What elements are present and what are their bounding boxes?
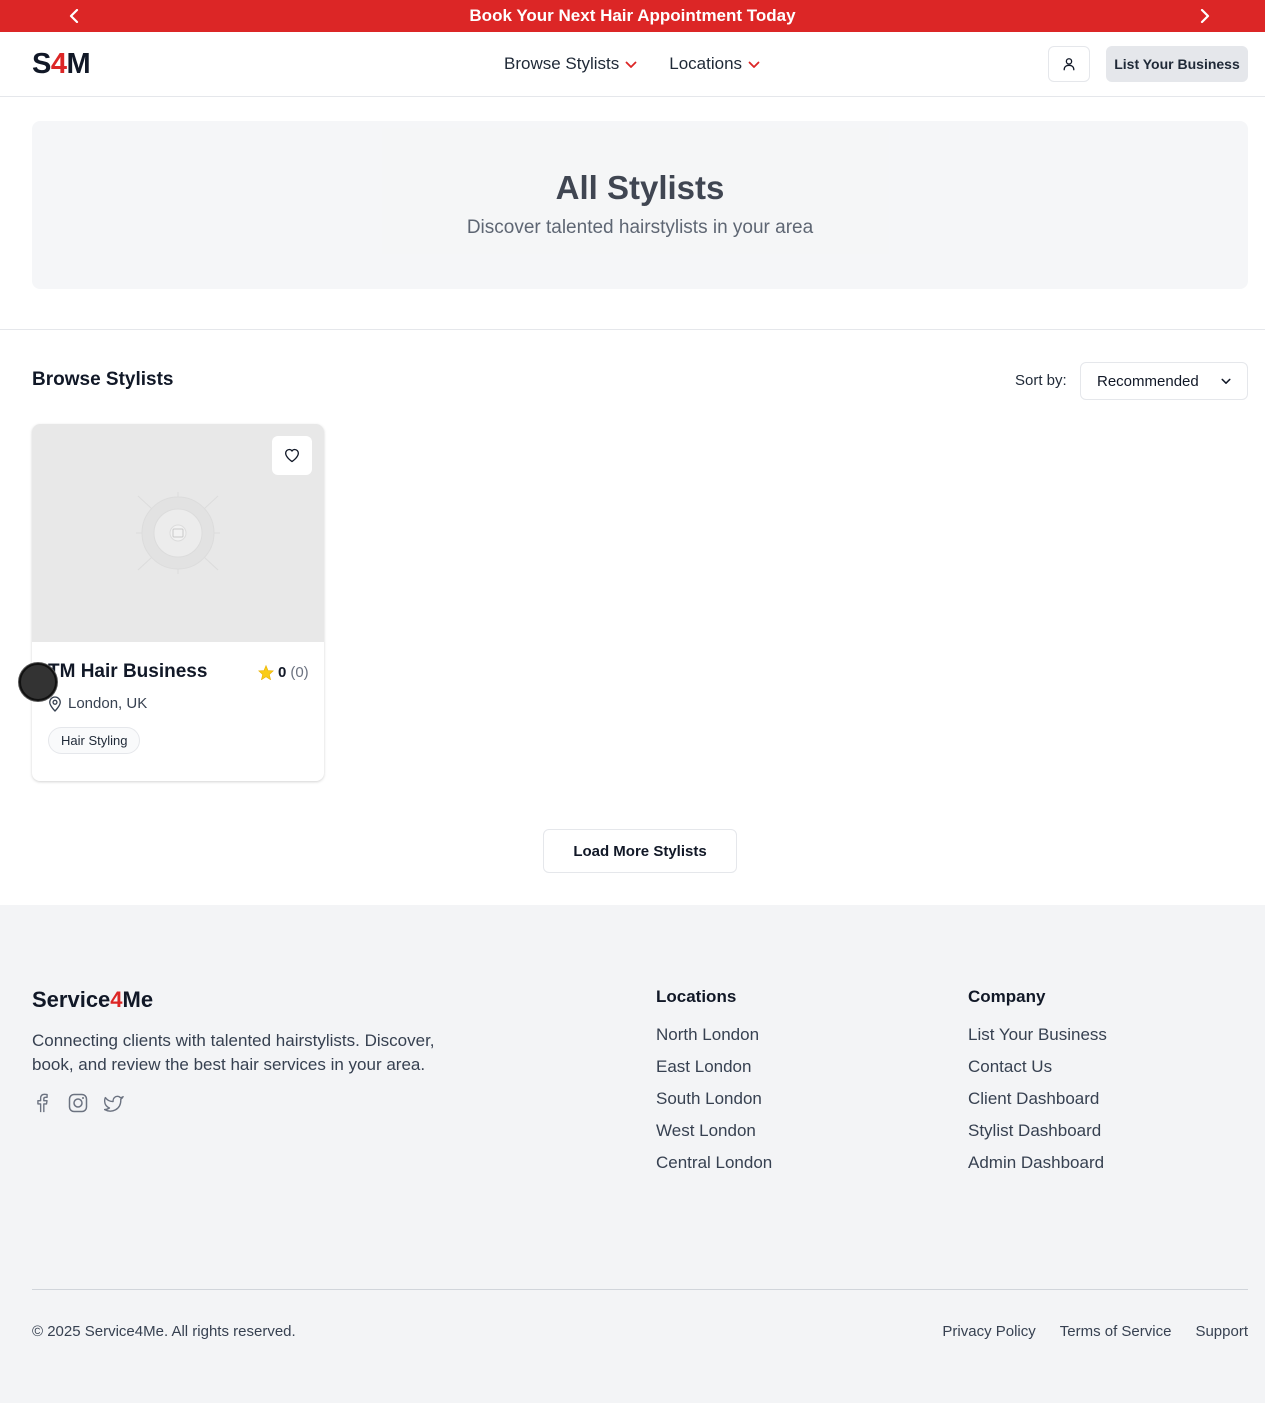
footer-brand-accent: 4: [110, 987, 123, 1012]
logo-prefix: S: [32, 48, 51, 80]
footer-company-heading: Company: [968, 987, 1046, 1006]
sort-select[interactable]: Recommended: [1080, 362, 1248, 400]
footer-link-west-london[interactable]: West London: [656, 1119, 772, 1143]
page-subtitle: Discover talented hairstylists in your a…: [466, 217, 814, 238]
terms-of-service-link[interactable]: Terms of Service: [1060, 1323, 1172, 1340]
nav-locations[interactable]: Locations: [669, 52, 760, 76]
chevron-right-icon[interactable]: [1195, 7, 1213, 25]
service-tag: Hair Styling: [48, 727, 141, 754]
user-icon: [1063, 58, 1075, 71]
footer-link-north-london[interactable]: North London: [656, 1023, 772, 1047]
social-links: [32, 1092, 124, 1114]
logo-suffix: M: [66, 48, 91, 80]
privacy-policy-link[interactable]: Privacy Policy: [942, 1323, 1035, 1340]
rating-value: 0: [278, 664, 287, 681]
section-divider: [0, 329, 1265, 330]
page-title: All Stylists: [555, 169, 725, 206]
chevron-down-icon: [625, 61, 637, 68]
logo-accent: 4: [50, 48, 67, 80]
stylist-location: London, UK: [48, 695, 147, 712]
support-link[interactable]: Support: [1195, 1323, 1248, 1340]
browse-heading: Browse Stylists: [32, 369, 174, 390]
nav-browse-stylists[interactable]: Browse Stylists: [504, 52, 637, 76]
review-count: (0): [290, 664, 309, 681]
footer-link-client-dashboard[interactable]: Client Dashboard: [968, 1087, 1107, 1111]
footer-company: Company List Your Business Contact Us Cl…: [968, 987, 1107, 1183]
footer-link-list-business[interactable]: List Your Business: [968, 1023, 1107, 1047]
footer-brand-suffix: Me: [122, 987, 154, 1012]
logo[interactable]: S4M: [32, 48, 91, 80]
user-account-button[interactable]: [1048, 46, 1090, 82]
facebook-icon[interactable]: [32, 1092, 52, 1114]
footer-link-admin-dashboard[interactable]: Admin Dashboard: [968, 1151, 1107, 1175]
heart-icon: [285, 448, 299, 463]
nav-locations-label: Locations: [669, 54, 743, 73]
footer-description: Connecting clients with talented hairsty…: [32, 1031, 435, 1074]
footer-link-east-london[interactable]: East London: [656, 1055, 772, 1079]
stylist-card[interactable]: TM Hair Business 0 (0) London, UK Hair S…: [32, 424, 324, 781]
footer-brand-prefix: Service: [32, 987, 111, 1012]
hero-section: All Stylists Discover talented hairstyli…: [32, 121, 1248, 289]
nav-browse-stylists-label: Browse Stylists: [504, 54, 620, 73]
sort-value: Recommended: [1097, 372, 1199, 390]
map-pin-icon: [49, 695, 61, 712]
chevron-down-icon: [1221, 378, 1231, 384]
stylist-name[interactable]: TM Hair Business: [48, 661, 207, 683]
star-icon: [258, 665, 274, 680]
chevron-down-icon: [748, 61, 760, 68]
site-header: S4M Browse Stylists Locations List Your …: [0, 32, 1265, 97]
instagram-icon[interactable]: [68, 1092, 88, 1114]
promo-text[interactable]: Book Your Next Hair Appointment Today: [0, 0, 1265, 32]
footer-locations: Locations North London East London South…: [656, 987, 772, 1183]
footer-divider: [32, 1289, 1248, 1290]
copyright: © 2025 Service4Me. All rights reserved.: [32, 1323, 296, 1340]
site-footer: Service4Me Connecting clients with talen…: [0, 905, 1265, 1403]
location-text: London, UK: [68, 695, 148, 712]
footer-link-contact[interactable]: Contact Us: [968, 1055, 1107, 1079]
cursor-indicator: [19, 663, 57, 701]
promo-banner: Book Your Next Hair Appointment Today: [0, 0, 1265, 32]
favorite-button[interactable]: [272, 436, 312, 475]
stylist-rating: 0 (0): [258, 664, 309, 681]
load-more-button[interactable]: Load More Stylists: [543, 829, 737, 873]
footer-link-central-london[interactable]: Central London: [656, 1151, 772, 1175]
sort-label: Sort by:: [1015, 372, 1067, 389]
footer-link-south-london[interactable]: South London: [656, 1087, 772, 1111]
footer-link-stylist-dashboard[interactable]: Stylist Dashboard: [968, 1119, 1107, 1143]
twitter-icon[interactable]: [104, 1092, 124, 1114]
list-business-button[interactable]: List Your Business: [1106, 46, 1248, 82]
legal-links: Privacy Policy Terms of Service Support: [942, 1323, 1248, 1340]
footer-brand: Service4Me: [32, 987, 153, 1013]
main-nav: Browse Stylists Locations: [504, 52, 760, 76]
footer-locations-heading: Locations: [656, 987, 737, 1006]
